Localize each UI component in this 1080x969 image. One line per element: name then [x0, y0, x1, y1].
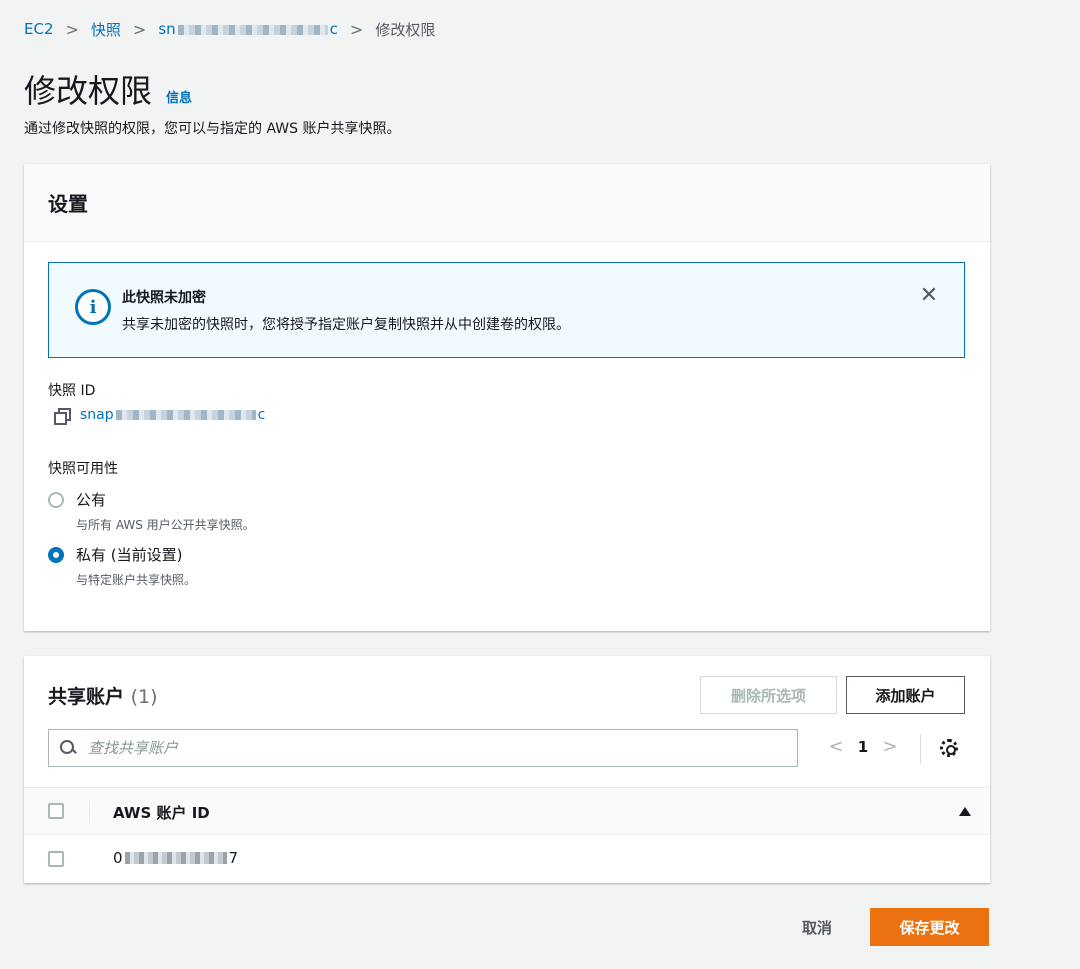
shared-accounts-heading: 共享账户 — [48, 686, 125, 708]
radio-private[interactable]: 私有 (当前设置) 与特定账户共享快照。 — [48, 544, 196, 588]
settings-header: 设置 — [24, 164, 990, 242]
page-header: 修改权限 信息 — [24, 66, 192, 112]
column-divider — [89, 801, 90, 823]
chevron-right-icon: > — [349, 19, 364, 39]
account-id-suffix: 7 — [228, 849, 239, 867]
pagination: < 1 > — [824, 736, 902, 757]
save-changes-button[interactable]: 保存更改 — [870, 908, 989, 946]
radio-private-desc: 与特定账户共享快照。 — [76, 573, 197, 587]
alert-title: 此快照未加密 — [122, 290, 206, 306]
radio-button[interactable] — [48, 492, 64, 508]
copy-icon[interactable] — [54, 408, 71, 425]
chevron-left-icon[interactable]: < — [824, 736, 848, 757]
chevron-right-icon[interactable]: > — [878, 736, 902, 757]
close-icon[interactable]: ✕ — [918, 285, 940, 307]
gear-icon[interactable] — [940, 739, 958, 757]
select-all-checkbox[interactable] — [48, 803, 64, 819]
row-checkbox[interactable] — [48, 851, 64, 867]
breadcrumb: EC2 > 快照 > sn c > 修改权限 — [24, 18, 435, 40]
breadcrumb-ec2[interactable]: EC2 — [24, 20, 54, 38]
breadcrumb-current: 修改权限 — [375, 20, 436, 39]
snapshot-id-label: 快照 ID — [48, 383, 96, 399]
breadcrumb-snapshots[interactable]: 快照 — [91, 19, 121, 40]
snapshot-id-suffix: c — [329, 20, 338, 38]
column-header-account-id[interactable]: AWS 账户 ID — [113, 802, 210, 823]
shared-accounts-count: (1) — [130, 686, 158, 708]
account-id-cell: 07 — [113, 849, 238, 867]
settings-title: 设置 — [48, 192, 88, 216]
account-id-prefix: 0 — [113, 849, 123, 867]
table-row: 07 — [24, 836, 990, 883]
snapshot-id-link[interactable]: snap c — [80, 407, 265, 423]
breadcrumb-snapshot-id[interactable]: sn c — [158, 20, 338, 38]
radio-public[interactable]: 公有 与所有 AWS 用户公开共享快照。 — [48, 489, 255, 533]
search-box — [48, 729, 798, 767]
radio-button-checked[interactable] — [48, 547, 64, 563]
alert-body: 共享未加密的快照时，您将授予指定账户复制快照并从中创建卷的权限。 — [122, 317, 570, 333]
search-input[interactable] — [88, 739, 688, 757]
snapshot-id-value: snap c — [54, 407, 265, 425]
chevron-right-icon: > — [65, 19, 79, 39]
divider — [920, 734, 921, 764]
snapshot-id-prefix: sn — [158, 20, 176, 38]
page-number[interactable]: 1 — [848, 738, 878, 756]
cancel-button[interactable]: 取消 — [788, 908, 846, 946]
table-header: AWS 账户 ID — [24, 787, 990, 835]
redacted-text — [177, 24, 328, 35]
radio-private-label: 私有 (当前设置) — [76, 546, 183, 564]
shared-accounts-title: 共享账户 (1) — [48, 682, 158, 709]
add-account-button[interactable]: 添加账户 — [846, 676, 965, 714]
chevron-right-icon: > — [132, 19, 147, 39]
page-title: 修改权限 — [24, 72, 153, 110]
redacted-text — [124, 852, 227, 864]
radio-public-label: 公有 — [76, 491, 107, 509]
info-link[interactable]: 信息 — [166, 87, 192, 106]
delete-selected-button[interactable]: 删除所选项 — [700, 676, 837, 714]
radio-public-desc: 与所有 AWS 用户公开共享快照。 — [76, 518, 255, 532]
page-description: 通过修改快照的权限，您可以与指定的 AWS 账户共享快照。 — [24, 121, 401, 137]
info-icon: i — [75, 289, 111, 325]
search-icon — [59, 739, 77, 757]
availability-label: 快照可用性 — [48, 461, 118, 477]
redacted-text — [115, 410, 256, 420]
unencrypted-alert: i 此快照未加密 共享未加密的快照时，您将授予指定账户复制快照并从中创建卷的权限… — [48, 262, 965, 358]
shared-accounts-panel: 共享账户 (1) 删除所选项 添加账户 < 1 > AWS 账户 ID 07 — [24, 656, 990, 883]
sort-ascending-icon[interactable] — [959, 807, 971, 816]
settings-panel: 设置 i 此快照未加密 共享未加密的快照时，您将授予指定账户复制快照并从中创建卷… — [24, 164, 990, 631]
snapshot-id-suffix: c — [257, 407, 266, 423]
snapshot-id-prefix: snap — [80, 407, 114, 423]
